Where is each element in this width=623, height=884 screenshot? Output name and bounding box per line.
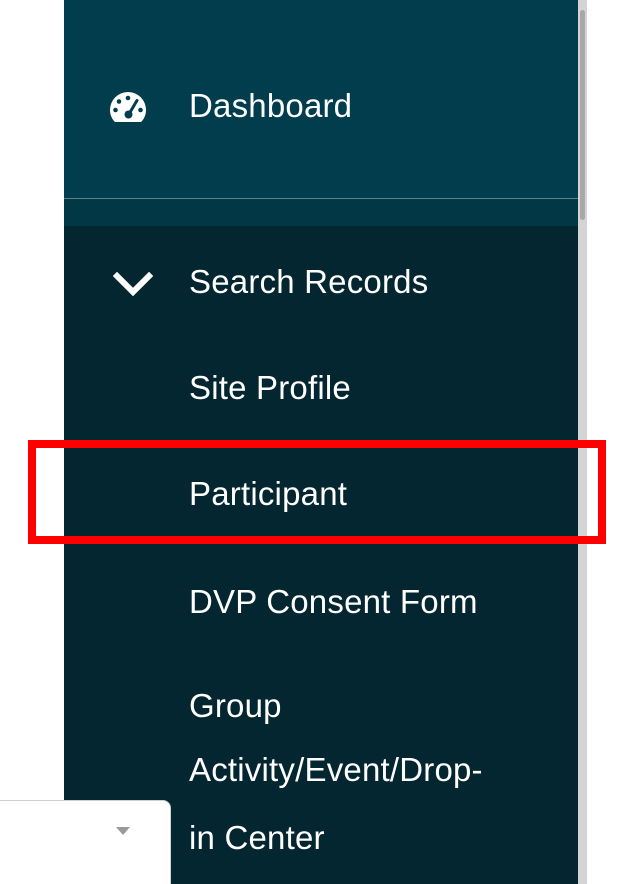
highlight-box-participant: [28, 440, 606, 544]
page: Dashboard Search Records Site Profile Pa…: [0, 0, 623, 884]
sidebar-scrollbar-thumb[interactable]: [580, 10, 585, 220]
sidebar-item-dashboard-label[interactable]: Dashboard: [189, 86, 352, 126]
sidebar-item-search-records[interactable]: Search Records: [189, 262, 428, 302]
select-dropdown[interactable]: [0, 800, 171, 884]
tachometer-icon: [110, 92, 146, 122]
sidebar-item-group-line-3[interactable]: in Center: [189, 818, 325, 858]
sidebar-item-dvp-consent-form[interactable]: DVP Consent Form: [189, 582, 478, 622]
chevron-down-icon[interactable]: [113, 271, 153, 299]
caret-down-icon[interactable]: [115, 826, 131, 836]
sidebar-item-group-line-2[interactable]: Activity/Event/Drop-: [189, 750, 483, 790]
sidebar-item-group-line-1[interactable]: Group: [189, 686, 282, 726]
sidebar-item-site-profile[interactable]: Site Profile: [189, 368, 351, 408]
sidebar-spacer: [64, 199, 578, 226]
